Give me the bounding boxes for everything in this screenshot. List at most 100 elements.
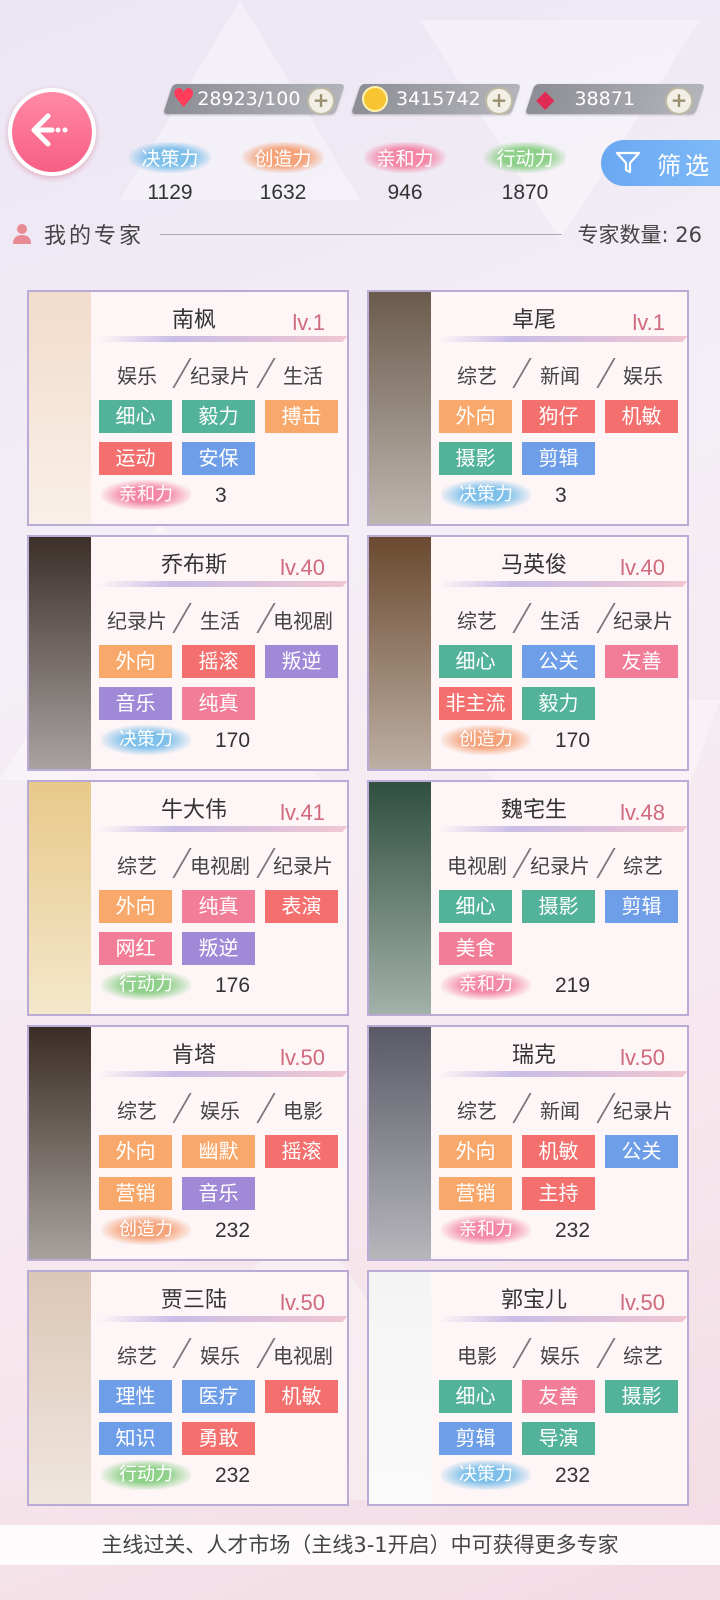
category-label: 新闻 [540,364,580,388]
expert-card[interactable]: 贾三陆 lv.50 综艺 娱乐 电视剧 理性 医疗 机敏 知识 勇敢 行动力 232 [27,1270,349,1506]
trait-tag: 网红 [99,932,172,965]
trait-tag: 搏击 [265,400,338,433]
category-label: 综艺 [457,364,497,388]
trait-tag: 纯真 [182,890,255,923]
expert-card[interactable]: 乔布斯 lv.40 纪录片 生活 电视剧 外向 摇滚 叛逆 音乐 纯真 决策力 170 [27,535,349,771]
expert-level: lv.50 [280,1045,325,1070]
filter-button[interactable]: 筛选 [601,140,720,186]
expert-card[interactable]: 郭宝儿 lv.50 电影 娱乐 综艺 细心 友善 摄影 剪辑 导演 决策力 232 [367,1270,689,1506]
category-label: 纪录片 [107,609,167,633]
category-label: 娱乐 [540,1344,580,1368]
back-button[interactable] [8,88,96,176]
attribute-badge: 行动力 [101,1460,191,1490]
trait-tag: 音乐 [99,687,172,720]
stat-label: 行动力 [484,142,566,173]
category-label: 综艺 [623,1344,663,1368]
attribute-badge: 决策力 [441,1460,531,1490]
trait-tag: 外向 [439,1135,512,1168]
expert-card[interactable]: 南枫 lv.1 娱乐 纪录片 生活 细心 毅力 搏击 运动 安保 亲和力 3 [27,290,349,526]
expert-portrait [29,537,91,769]
expert-card[interactable]: 肯塔 lv.50 综艺 娱乐 电影 外向 幽默 摇滚 营销 音乐 创造力 232 [27,1025,349,1261]
stat-value: 1870 [501,181,549,204]
trait-tag: 摇滚 [182,645,255,678]
add-gems-button[interactable]: + [665,87,693,115]
trait-tag: 机敏 [265,1380,338,1413]
expert-level: lv.1 [292,310,325,335]
category-label: 电影 [283,1099,323,1123]
add-hearts-button[interactable]: + [307,87,335,115]
stat-decision: 决策力 1129 [115,142,225,205]
trait-tag: 外向 [99,1135,172,1168]
expert-name: 马英俊 [500,553,567,578]
category-label: 纪录片 [273,854,333,878]
trait-tag: 机敏 [522,1135,595,1168]
stat-label: 创造力 [242,142,324,173]
expert-card[interactable]: 魏宅生 lv.48 电视剧 纪录片 综艺 细心 摄影 剪辑 美食 亲和力 219 [367,780,689,1016]
category-row: 纪录片 生活 电视剧 [29,603,347,635]
trait-tag: 音乐 [182,1177,255,1210]
expert-portrait [29,782,91,1014]
filter-label: 筛选 [657,151,713,180]
expert-name: 郭宝儿 [500,1288,567,1313]
category-label: 纪录片 [530,854,590,878]
trait-tag: 剪辑 [439,1422,512,1455]
expert-name: 肯塔 [171,1043,216,1068]
expert-count: 专家数量: 26 [577,223,702,247]
back-arrow-icon [31,113,68,147]
expert-portrait [369,1027,431,1259]
attribute-badge: 决策力 [441,480,531,510]
expert-card[interactable]: 卓尾 lv.1 综艺 新闻 娱乐 外向 狗仔 机敏 摄影 剪辑 决策力 3 [367,290,689,526]
trait-tag: 非主流 [439,687,512,720]
category-label: 生活 [540,609,580,633]
add-coins-button[interactable]: + [485,87,513,115]
coin-icon [362,86,388,112]
trait-tag: 美食 [439,932,512,965]
trait-tag: 安保 [182,442,255,475]
trait-tag: 狗仔 [522,400,595,433]
category-label: 纪录片 [613,609,673,633]
trait-tag: 外向 [439,400,512,433]
expert-portrait [29,1027,91,1259]
trait-tag: 机敏 [605,400,678,433]
category-label: 综艺 [117,1099,157,1123]
expert-name: 瑞克 [511,1043,556,1068]
expert-card[interactable]: 瑞克 lv.50 综艺 新闻 纪录片 外向 机敏 公关 营销 主持 亲和力 232 [367,1025,689,1261]
attribute-badge: 创造力 [101,1215,191,1245]
expert-card[interactable]: 马英俊 lv.40 综艺 生活 纪录片 细心 公关 友善 非主流 毅力 创造力 170 [367,535,689,771]
expert-name: 南枫 [171,308,216,333]
person-icon [13,224,31,244]
expert-level: lv.50 [280,1290,325,1315]
expert-level: lv.48 [620,800,665,825]
stat-creativity: 创造力 1632 [228,142,338,205]
attribute-value: 170 [555,729,591,752]
category-label: 生活 [200,609,240,633]
section-title: 我的专家 [44,224,145,249]
trait-tag: 细心 [439,1380,512,1413]
category-label: 娱乐 [623,364,663,388]
attribute-value: 170 [215,729,251,752]
trait-tag: 摄影 [605,1380,678,1413]
attribute-badge: 亲和力 [441,970,531,1000]
attribute-badge: 亲和力 [441,1215,531,1245]
attribute-badge: 亲和力 [101,480,191,510]
expert-card[interactable]: 牛大伟 lv.41 综艺 电视剧 纪录片 外向 纯真 表演 网红 叛逆 行动力 176 [27,780,349,1016]
stat-value: 1632 [259,181,307,204]
name-underline [96,826,347,832]
category-label: 纪录片 [190,364,250,388]
category-row: 综艺 娱乐 电影 [29,1093,347,1125]
trait-tag: 外向 [99,890,172,923]
category-label: 娱乐 [200,1099,240,1123]
category-label: 电视剧 [190,854,250,878]
expert-name: 贾三陆 [160,1288,227,1313]
stat-value: 1129 [147,181,193,204]
heart-icon: ♥ [172,84,196,114]
category-label: 新闻 [540,1099,580,1123]
expert-name: 卓尾 [511,308,556,333]
divider [160,233,562,235]
trait-tag: 叛逆 [182,932,255,965]
stat-value: 946 [387,181,423,204]
category-label: 综艺 [623,854,663,878]
attribute-value: 3 [555,484,567,507]
trait-tag: 外向 [99,645,172,678]
expert-portrait [29,292,91,524]
